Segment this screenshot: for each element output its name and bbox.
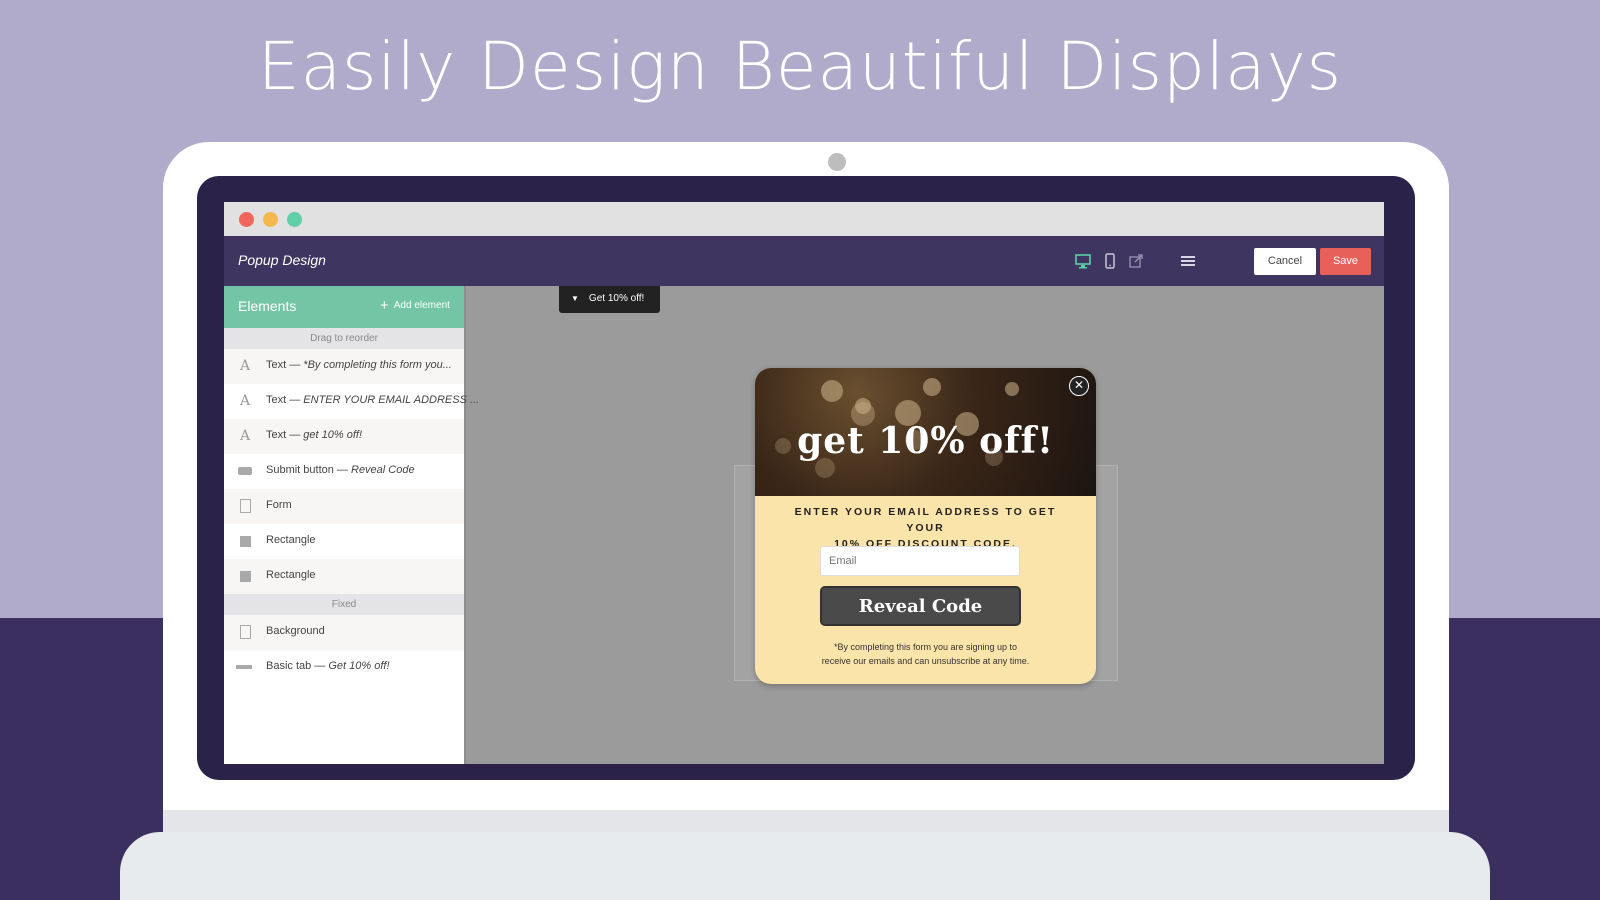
close-window-dot[interactable]	[239, 212, 254, 227]
element-type: Text —	[266, 394, 304, 406]
reveal-code-button[interactable]: Reveal Code	[820, 586, 1021, 626]
tab-icon	[236, 660, 252, 674]
menu-icon[interactable]	[1179, 252, 1197, 270]
popup-header-image: get 10% off! ✕	[755, 368, 1096, 496]
rectangle-icon	[238, 534, 252, 548]
element-row[interactable]: A Text — *By completing this form you...	[224, 349, 464, 384]
bokeh-light	[923, 378, 941, 396]
cancel-button[interactable]: Cancel	[1254, 248, 1316, 275]
webcam-icon	[828, 153, 846, 171]
fixed-section-label: Fixed	[224, 594, 464, 615]
drag-to-reorder-label: Drag to reorder	[224, 328, 464, 349]
disclaimer-line: receive our emails and can unsubscribe a…	[821, 656, 1030, 666]
element-row[interactable]: Basic tab — Get 10% off!	[224, 650, 464, 685]
email-field[interactable]	[820, 546, 1020, 576]
element-type: Rectangle	[266, 534, 316, 546]
add-element-label: Add element	[393, 300, 450, 311]
minimize-window-dot[interactable]	[263, 212, 278, 227]
element-row[interactable]: A Text — get 10% off!	[224, 419, 464, 454]
element-detail: ENTER YOUR EMAIL ADDRESS ...	[303, 394, 480, 406]
element-type: Submit button —	[266, 464, 351, 476]
popup-preview[interactable]: get 10% off! ✕ ENTER YOUR EMAIL ADDRESS …	[755, 368, 1096, 684]
element-detail: Get 10% off!	[328, 660, 390, 672]
page-icon	[238, 625, 252, 639]
popup-headline: get 10% off!	[797, 420, 1054, 462]
disclaimer-line: *By completing this form you are signing…	[833, 642, 1018, 652]
popup-disclaimer: *By completing this form you are signing…	[775, 640, 1076, 668]
element-type: Text —	[266, 429, 304, 441]
app-toolbar: Popup Design Cancel Save	[224, 236, 1384, 286]
element-type: Text —	[266, 359, 304, 371]
external-preview-icon[interactable]	[1127, 252, 1145, 270]
element-type: Rectangle	[266, 569, 316, 581]
popup-cta-text: ENTER YOUR EMAIL ADDRESS TO GET YOUR 10%…	[775, 504, 1076, 552]
window-titlebar	[224, 202, 1384, 236]
element-row[interactable]: A Text — ENTER YOUR EMAIL ADDRESS ...	[224, 384, 479, 419]
elements-title: Elements	[238, 298, 297, 314]
element-row[interactable]: Background	[224, 615, 464, 650]
text-icon: A	[239, 428, 251, 444]
element-row[interactable]: Rectangle	[224, 524, 464, 559]
add-element-button[interactable]: + Add element	[380, 296, 450, 314]
text-icon: A	[239, 358, 251, 374]
form-icon	[238, 499, 252, 513]
element-row[interactable]: Submit button — Reveal Code	[224, 454, 464, 489]
button-icon	[238, 464, 252, 478]
rectangle-icon	[238, 569, 252, 583]
cta-line: ENTER YOUR EMAIL ADDRESS TO GET YOUR	[794, 506, 1057, 534]
element-type: Basic tab —	[266, 660, 329, 672]
close-icon[interactable]: ✕	[1069, 376, 1089, 396]
page-headline: Easily Design Beautiful Displays	[257, 28, 1343, 105]
element-detail: *By completing this form you...	[303, 359, 452, 371]
laptop-deck	[120, 832, 1490, 900]
tab-label: Get 10% off!	[588, 293, 645, 304]
plus-icon: +	[380, 296, 389, 314]
desktop-preview-icon[interactable]	[1074, 252, 1092, 270]
mobile-preview-icon[interactable]	[1101, 252, 1119, 270]
element-detail: Reveal Code	[351, 464, 415, 476]
maximize-window-dot[interactable]	[287, 212, 302, 227]
text-icon: A	[239, 393, 251, 409]
bokeh-light	[821, 380, 843, 402]
save-button[interactable]: Save	[1320, 248, 1371, 275]
element-row[interactable]: Rectangle	[224, 559, 464, 594]
bokeh-light	[1005, 382, 1019, 396]
popup-tab-preview[interactable]: ▼ Get 10% off!	[559, 286, 660, 313]
app-window: Popup Design Cancel Save Elements + Add …	[224, 202, 1384, 764]
elements-header: Elements + Add element	[224, 286, 464, 328]
element-detail: get 10% off!	[303, 429, 363, 441]
elements-sidebar: Elements + Add element Drag to reorder A…	[224, 286, 479, 764]
app-title: Popup Design	[238, 252, 326, 268]
element-row[interactable]: Form	[224, 489, 464, 524]
element-type: Background	[266, 625, 325, 637]
caret-down-icon: ▼	[571, 294, 579, 303]
element-type: Form	[266, 499, 292, 511]
